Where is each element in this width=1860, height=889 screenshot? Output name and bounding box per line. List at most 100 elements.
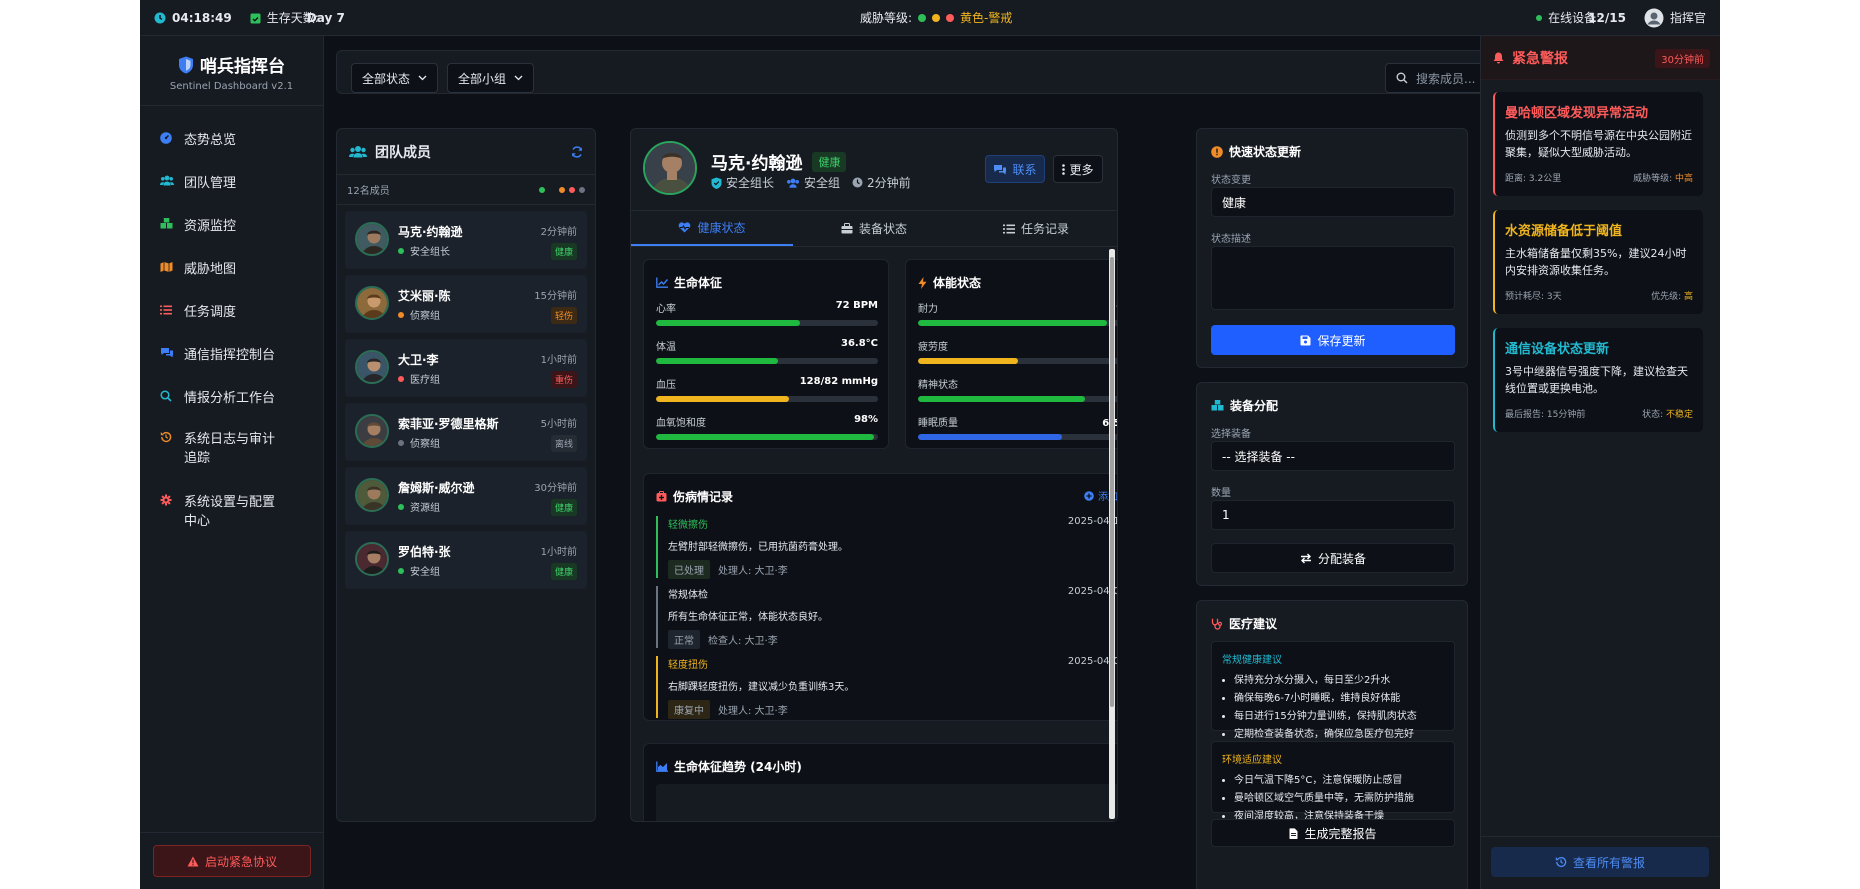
sidebar-item-3[interactable]: 资源监控 bbox=[140, 202, 323, 245]
alert-card[interactable]: 水资源储备低于阈值 主水箱储备量仅剩35%，建议24小时内安排资源收集任务。 预… bbox=[1493, 210, 1703, 314]
search-icon bbox=[1396, 72, 1408, 84]
member-card[interactable]: 詹姆斯·威尔逊 资源组 30分钟前 健康 bbox=[345, 467, 587, 525]
status-filter-select[interactable]: 全部状态 bbox=[351, 63, 439, 93]
generate-report-button[interactable]: 生成完整报告 bbox=[1211, 819, 1455, 847]
injury-entry-handler: 检查人: 大卫·李 bbox=[708, 636, 778, 647]
member-status-dot bbox=[398, 439, 404, 446]
sidebar-item-4[interactable]: 威胁地图 bbox=[140, 245, 323, 288]
advice-item: 曼哈顿区域空气质量中等，无需防护措施 bbox=[1234, 790, 1444, 808]
survival-value: Day 7 bbox=[306, 10, 345, 25]
member-card[interactable]: 索菲亚·罗德里格斯 侦察组 5小时前 离线 bbox=[345, 403, 587, 461]
boxes-icon bbox=[1211, 400, 1224, 411]
status-change-select[interactable]: 健康 bbox=[1211, 187, 1455, 217]
fitness-metric: 疲劳度中等 bbox=[918, 338, 1117, 364]
trend-card: 生命体征趋势 (24小时) bbox=[643, 743, 1117, 821]
member-last-seen: 1小时前 bbox=[540, 547, 577, 558]
env-advice-list: 今日气温下降5°C，注意保暖防止感冒曼哈顿区域空气质量中等，无需防护措施夜间湿度… bbox=[1222, 772, 1444, 826]
medical-title: 医疗建议 bbox=[1229, 617, 1278, 631]
member-name: 马克·约翰逊 bbox=[398, 225, 463, 239]
injury-entry[interactable]: 常规体检 2025-04-08 所有生命体征正常，体能状态良好。 正常 检查人:… bbox=[656, 586, 1117, 649]
profile-group-label: 安全组 bbox=[804, 176, 841, 190]
app-frame: 04:18:49 生存天数: Day 7 威胁等级: 黄色-警戒 在线设备: 1… bbox=[140, 0, 1720, 889]
alert-foot-right-label: 威胁等级: bbox=[1633, 174, 1675, 184]
alert-foot-right-value: 不稳定 bbox=[1665, 410, 1693, 420]
injury-entry[interactable]: 轻微擦伤 2025-04-12 左臂肘部轻微擦伤，已用抗菌药膏处理。 已处理 处… bbox=[656, 516, 1117, 579]
status-change-value: 健康 bbox=[1222, 195, 1247, 210]
member-last-seen: 30分钟前 bbox=[534, 483, 577, 494]
sidebar-item-6[interactable]: 通信指挥控制台 bbox=[140, 331, 323, 374]
sidebar-item-1[interactable]: 态势总览 bbox=[140, 116, 323, 159]
assign-equipment-button[interactable]: 分配装备 bbox=[1211, 543, 1455, 573]
metric-bar-fill bbox=[918, 396, 1085, 402]
tab-tasks[interactable]: 任务记录 bbox=[955, 211, 1117, 246]
alerts-title: 紧急警报 bbox=[1512, 50, 1568, 67]
member-status-badge: 离线 bbox=[550, 435, 577, 452]
threat-value: 黄色-警戒 bbox=[960, 11, 1013, 25]
bell-icon bbox=[1493, 52, 1504, 63]
tab-equipment[interactable]: 装备状态 bbox=[793, 211, 955, 246]
detail-tabs: 健康状态 装备状态 任务记录 bbox=[631, 211, 1117, 247]
member-name: 詹姆斯·威尔逊 bbox=[398, 481, 475, 495]
metric-bar-fill bbox=[918, 434, 1063, 440]
save-icon bbox=[1300, 335, 1311, 345]
member-card[interactable]: 艾米丽·陈 侦察组 15分钟前 轻伤 bbox=[345, 275, 587, 333]
fitness-metric: 耐力 85% bbox=[918, 300, 1117, 326]
sidebar: 哨兵指挥台 Sentinel Dashboard v2.1 态势总览 团队管理 资源… bbox=[140, 36, 324, 889]
more-button[interactable]: 更多 bbox=[1053, 155, 1103, 183]
metric-bar bbox=[918, 434, 1117, 440]
member-card[interactable]: 大卫·李 医疗组 1小时前 重伤 bbox=[345, 339, 587, 397]
sidebar-item-label: 威胁地图 bbox=[184, 262, 237, 277]
alert-foot-right-label: 优先级: bbox=[1651, 292, 1684, 302]
alert-foot-left: 最后报告: 15分钟前 bbox=[1505, 410, 1586, 420]
tab-label: 任务记录 bbox=[1020, 222, 1069, 236]
alert-card[interactable]: 曼哈顿区域发现异常活动 侦测到多个不明信号源在中央公园附近聚集，疑似大型威胁活动… bbox=[1493, 92, 1703, 196]
member-status-dot bbox=[398, 375, 404, 382]
generate-report-label: 生成完整报告 bbox=[1304, 826, 1377, 841]
metric-label: 血压 bbox=[656, 380, 676, 391]
medical-advice-panel: 医疗建议 常规健康建议 保持充分水分摄入，每日至少2升水确保每晚6-7小时睡眠，… bbox=[1196, 600, 1468, 889]
view-all-label: 查看所有警报 bbox=[1572, 855, 1645, 870]
group-filter-select[interactable]: 全部小组 bbox=[447, 63, 535, 93]
threat-dot-green bbox=[918, 13, 927, 22]
status-desc-textarea[interactable] bbox=[1211, 246, 1455, 310]
sidebar-item-7[interactable]: 情报分析工作台 bbox=[140, 374, 323, 417]
chevron-down-icon bbox=[514, 75, 523, 81]
sidebar-item-5[interactable]: 任务调度 bbox=[140, 288, 323, 331]
status-dot-green bbox=[539, 186, 545, 193]
member-status-dot bbox=[398, 311, 404, 318]
member-status-dot bbox=[398, 247, 404, 254]
alerts-time: 30分钟前 bbox=[1655, 49, 1710, 68]
brand: 哨兵指挥台 Sentinel Dashboard v2.1 bbox=[140, 36, 323, 106]
sidebar-item-9[interactable]: 系统设置与配置中心 bbox=[140, 480, 323, 543]
detail-scrollbar-thumb[interactable] bbox=[1110, 257, 1114, 707]
alert-title: 水资源储备低于阈值 bbox=[1505, 224, 1623, 239]
view-all-alerts-button[interactable]: 查看所有警报 bbox=[1491, 847, 1709, 877]
chevron-down-icon bbox=[418, 75, 427, 81]
bolt-icon bbox=[918, 276, 927, 289]
refresh-icon[interactable] bbox=[571, 145, 583, 158]
sidebar-item-8[interactable]: 系统日志与审计追踪 bbox=[140, 417, 323, 480]
emergency-protocol-button[interactable]: 启动紧急协议 bbox=[153, 845, 311, 877]
sidebar-item-2[interactable]: 团队管理 bbox=[140, 159, 323, 202]
quantity-input[interactable]: 1 bbox=[1211, 500, 1455, 530]
contact-button[interactable]: 联系 bbox=[985, 155, 1045, 183]
member-card[interactable]: 罗伯特·张 安全组 1小时前 健康 bbox=[345, 531, 587, 589]
alert-body: 侦测到多个不明信号源在中央公园附近聚集，疑似大型威胁活动。 bbox=[1505, 129, 1692, 159]
alert-body: 主水箱储备量仅剩35%，建议24小时内安排资源收集任务。 bbox=[1505, 247, 1687, 277]
save-update-button[interactable]: 保存更新 bbox=[1211, 325, 1455, 355]
equip-select[interactable]: -- 选择装备 -- bbox=[1211, 441, 1455, 471]
metric-bar bbox=[656, 358, 878, 364]
metric-label: 睡眠质量 bbox=[918, 418, 958, 429]
member-card[interactable]: 马克·约翰逊 安全组长 2分钟前 健康 bbox=[345, 211, 587, 269]
injury-entry-title: 常规体检 bbox=[668, 590, 708, 601]
user-menu[interactable]: 指挥官 bbox=[1644, 8, 1706, 28]
member-name: 索菲亚·罗德里格斯 bbox=[398, 417, 499, 431]
metric-bar bbox=[918, 320, 1117, 326]
alert-card[interactable]: 通信设备状态更新 3号中继器信号强度下降，建议检查天线位置或更换电池。 最后报告… bbox=[1493, 328, 1703, 432]
alert-footer: 预计耗尽: 3天 优先级: 高 bbox=[1505, 289, 1693, 302]
detail-scrollbar[interactable] bbox=[1109, 249, 1115, 819]
tab-health[interactable]: 健康状态 bbox=[631, 211, 793, 246]
injury-entry[interactable]: 轻度扭伤 2025-04-02 右脚踝轻度扭伤，建议减少负重训练3天。 康复中 … bbox=[656, 656, 1117, 719]
injury-entry-footer: 已处理 处理人: 大卫·李 bbox=[668, 560, 1117, 579]
team-status-dots bbox=[539, 186, 585, 193]
